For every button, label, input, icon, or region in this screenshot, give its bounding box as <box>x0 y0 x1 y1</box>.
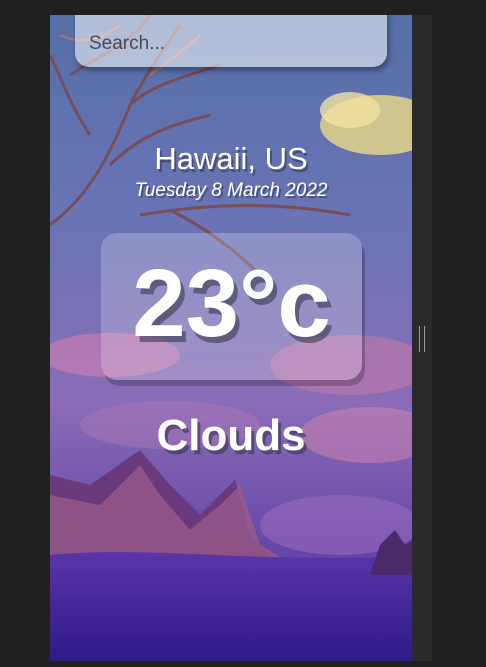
temperature-card: 23°c <box>101 233 362 380</box>
resize-handle[interactable] <box>419 326 425 352</box>
weather-condition: Clouds <box>156 411 306 460</box>
location-label: Hawaii, US <box>154 141 308 176</box>
weather-app: Hawaii, US Tuesday 8 March 2022 23°c Clo… <box>50 15 412 661</box>
date-label: Tuesday 8 March 2022 <box>134 180 328 201</box>
search-input[interactable] <box>75 15 387 67</box>
search-bar <box>75 15 387 67</box>
browser-viewport: Hawaii, US Tuesday 8 March 2022 23°c Clo… <box>0 0 486 667</box>
temperature-value: 23°c <box>132 250 331 357</box>
